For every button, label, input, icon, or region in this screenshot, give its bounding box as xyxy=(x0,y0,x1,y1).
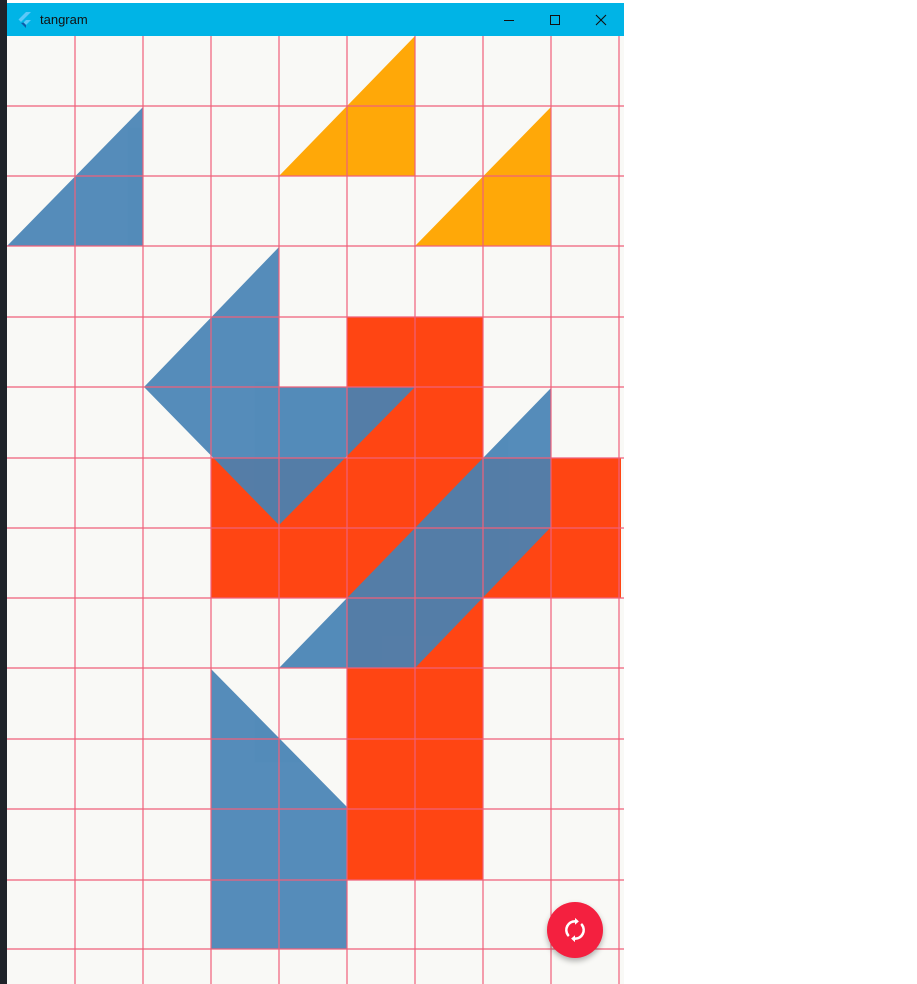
title-bar[interactable]: tangram xyxy=(7,3,624,36)
refresh-button[interactable] xyxy=(547,902,603,958)
maximize-icon xyxy=(550,14,560,25)
desktop-background xyxy=(0,0,7,984)
window-controls xyxy=(486,3,624,36)
close-button[interactable] xyxy=(578,3,624,36)
refresh-icon xyxy=(565,917,585,943)
maximize-button[interactable] xyxy=(532,3,578,36)
minimize-button[interactable] xyxy=(486,3,532,36)
window-title: tangram xyxy=(40,12,88,27)
app-window: tangram xyxy=(7,3,624,984)
minimize-icon xyxy=(504,19,514,21)
close-icon xyxy=(595,14,607,25)
tangram-canvas[interactable] xyxy=(7,36,624,984)
flutter-logo-icon xyxy=(18,11,31,28)
